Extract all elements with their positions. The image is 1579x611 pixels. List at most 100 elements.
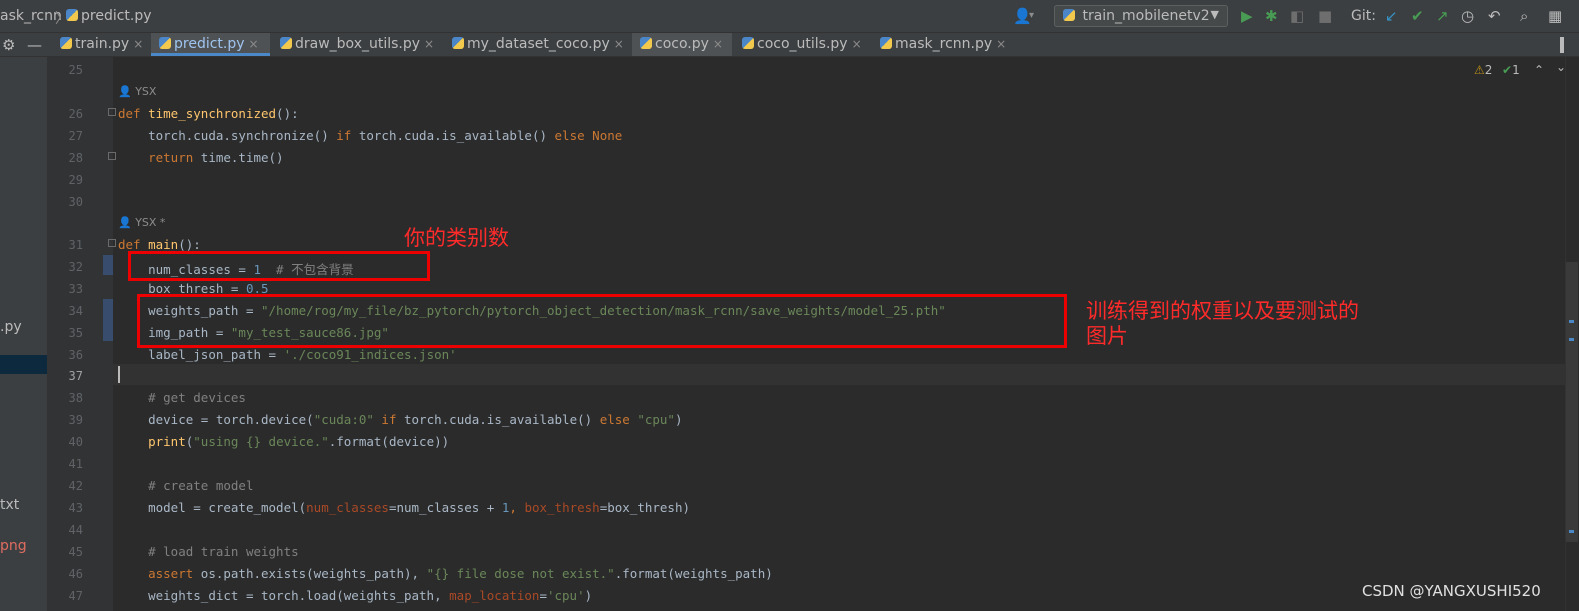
chevron-down-icon: ▼	[1210, 8, 1219, 21]
warning-indicator[interactable]: ⚠2	[1474, 63, 1492, 77]
code-line[interactable]: device = torch.device("cuda:0" if torch.…	[118, 412, 682, 427]
chevron-up-icon[interactable]: ⌃	[1534, 63, 1544, 77]
tab-my-dataset-coco[interactable]: my_dataset_coco.py ×	[444, 33, 630, 56]
close-icon[interactable]: ×	[424, 37, 434, 51]
run-configuration-label: train_mobilenetv2	[1082, 8, 1210, 24]
tab-label: mask_rcnn.py	[895, 36, 993, 52]
annotation-num-classes: 你的类别数	[404, 226, 509, 250]
rollback-icon[interactable]: ↶	[1488, 7, 1501, 25]
line-number: 34	[68, 304, 83, 318]
scroll-marker	[1569, 530, 1574, 533]
close-icon[interactable]: ×	[133, 37, 143, 51]
line-number: 44	[68, 523, 83, 537]
tab-overflow-indicator[interactable]	[1560, 37, 1564, 53]
git-label: Git:	[1351, 8, 1376, 24]
line-number-current: 37	[68, 369, 83, 383]
code-line[interactable]: def time_synchronized():	[118, 106, 299, 121]
code-line[interactable]: return time.time()	[118, 150, 283, 165]
project-item[interactable]: png	[0, 538, 27, 554]
code-line[interactable]: # create model	[118, 478, 253, 493]
tab-draw-box-utils[interactable]: draw_box_utils.py ×	[272, 33, 442, 56]
warning-count: 2	[1484, 63, 1493, 77]
close-icon[interactable]: ×	[713, 37, 723, 51]
fold-icon[interactable]	[108, 152, 116, 160]
line-number: 47	[68, 589, 83, 603]
line-number: 40	[68, 435, 83, 449]
debug-icon[interactable]: ✱	[1265, 7, 1278, 25]
code-line[interactable]: assert os.path.exists(weights_path), "{}…	[118, 566, 773, 581]
python-file-icon	[66, 9, 78, 21]
tab-coco[interactable]: coco.py ×	[632, 33, 732, 56]
line-number: 36	[68, 348, 83, 362]
line-number: 26	[68, 107, 83, 121]
highlight-box-paths	[137, 294, 1067, 348]
annotation-weights-line1: 训练得到的权重以及要测试的	[1086, 299, 1359, 323]
git-update-icon[interactable]: ↙	[1385, 7, 1398, 25]
scroll-marker	[1569, 320, 1574, 323]
code-line[interactable]: def main():	[118, 237, 201, 252]
tab-train[interactable]: train.py ×	[52, 33, 151, 56]
git-push-icon[interactable]: ↗	[1436, 7, 1449, 25]
line-number: 38	[68, 391, 83, 405]
author-hint[interactable]: 👤 YSX	[118, 85, 156, 98]
run-icon[interactable]: ▶	[1241, 7, 1253, 25]
code-line[interactable]: label_json_path = './coco91_indices.json…	[118, 347, 457, 362]
watermark: CSDN @YANGXUSHI520	[1362, 582, 1541, 600]
history-icon[interactable]: ◷	[1461, 7, 1474, 25]
author-hint[interactable]: 👤 YSX *	[118, 216, 165, 229]
ok-indicator[interactable]: ✔1	[1502, 63, 1520, 77]
tab-predict[interactable]: predict.py ×	[151, 33, 270, 56]
navigation-bar: ask_rcnn 〉 predict.py 👤 ▾ train_mobilene…	[0, 0, 1579, 33]
project-item[interactable]: txt	[0, 497, 19, 513]
code-line[interactable]: torch.cuda.synchronize() if torch.cuda.i…	[118, 128, 622, 143]
highlight-box-num-classes	[128, 251, 430, 281]
close-icon[interactable]: ×	[614, 37, 624, 51]
tab-coco-utils[interactable]: coco_utils.py ×	[734, 33, 872, 56]
tab-label: coco.py	[655, 36, 709, 52]
minimize-icon[interactable]: —	[27, 36, 42, 54]
project-item-selected[interactable]	[0, 355, 47, 374]
project-item[interactable]: .py	[0, 319, 22, 335]
git-commit-icon[interactable]: ✔	[1411, 7, 1424, 25]
fold-icon[interactable]	[108, 108, 116, 116]
author-hint-label: YSX	[135, 85, 157, 98]
close-icon[interactable]: ×	[852, 37, 862, 51]
code-line[interactable]: # load train weights	[118, 544, 299, 559]
scrollbar-thumb[interactable]	[1566, 262, 1578, 542]
line-number: 28	[68, 151, 83, 165]
python-config-icon	[1063, 9, 1075, 21]
tab-mask-rcnn[interactable]: mask_rcnn.py ×	[872, 33, 1012, 56]
python-file-icon	[280, 37, 292, 49]
warning-icon: ⚠	[1474, 63, 1485, 77]
python-file-icon	[880, 37, 892, 49]
fold-icon[interactable]	[108, 239, 116, 247]
close-icon[interactable]: ×	[996, 37, 1006, 51]
code-line[interactable]: print("using {} device.".format(device))	[118, 434, 449, 449]
gear-icon[interactable]: ⚙	[2, 36, 15, 54]
code-line[interactable]: weights_dict = torch.load(weights_path, …	[118, 588, 592, 603]
search-icon[interactable]: ⌕	[1520, 7, 1528, 25]
code-line[interactable]: # get devices	[118, 390, 246, 405]
run-configuration-select[interactable]: train_mobilenetv2 ▼	[1054, 5, 1228, 27]
grid-icon[interactable]: ▦	[1548, 7, 1562, 25]
close-icon[interactable]: ×	[249, 37, 259, 51]
coverage-icon[interactable]: ◧	[1290, 7, 1304, 25]
annotation-weights-line2: 图片	[1086, 324, 1128, 348]
line-number: 39	[68, 413, 83, 427]
python-file-icon	[640, 37, 652, 49]
tab-label: coco_utils.py	[757, 36, 848, 52]
line-number: 27	[68, 129, 83, 143]
line-number: 33	[68, 282, 83, 296]
tab-label: draw_box_utils.py	[295, 36, 421, 52]
change-marker	[103, 299, 113, 341]
code-line[interactable]: model = create_model(num_classes=num_cla…	[118, 500, 690, 515]
person-icon: 👤	[118, 216, 132, 229]
user-dropdown-icon[interactable]: ▾	[1029, 7, 1034, 25]
breadcrumb-file[interactable]: predict.py	[66, 8, 152, 24]
breadcrumb-project[interactable]: ask_rcnn	[0, 8, 62, 24]
editor-tab-bar: ⚙ — train.py × predict.py × draw_box_utils…	[0, 33, 1579, 57]
stop-icon[interactable]: ■	[1318, 7, 1332, 25]
change-marker	[103, 255, 113, 275]
line-number: 42	[68, 479, 83, 493]
line-number: 45	[68, 545, 83, 559]
